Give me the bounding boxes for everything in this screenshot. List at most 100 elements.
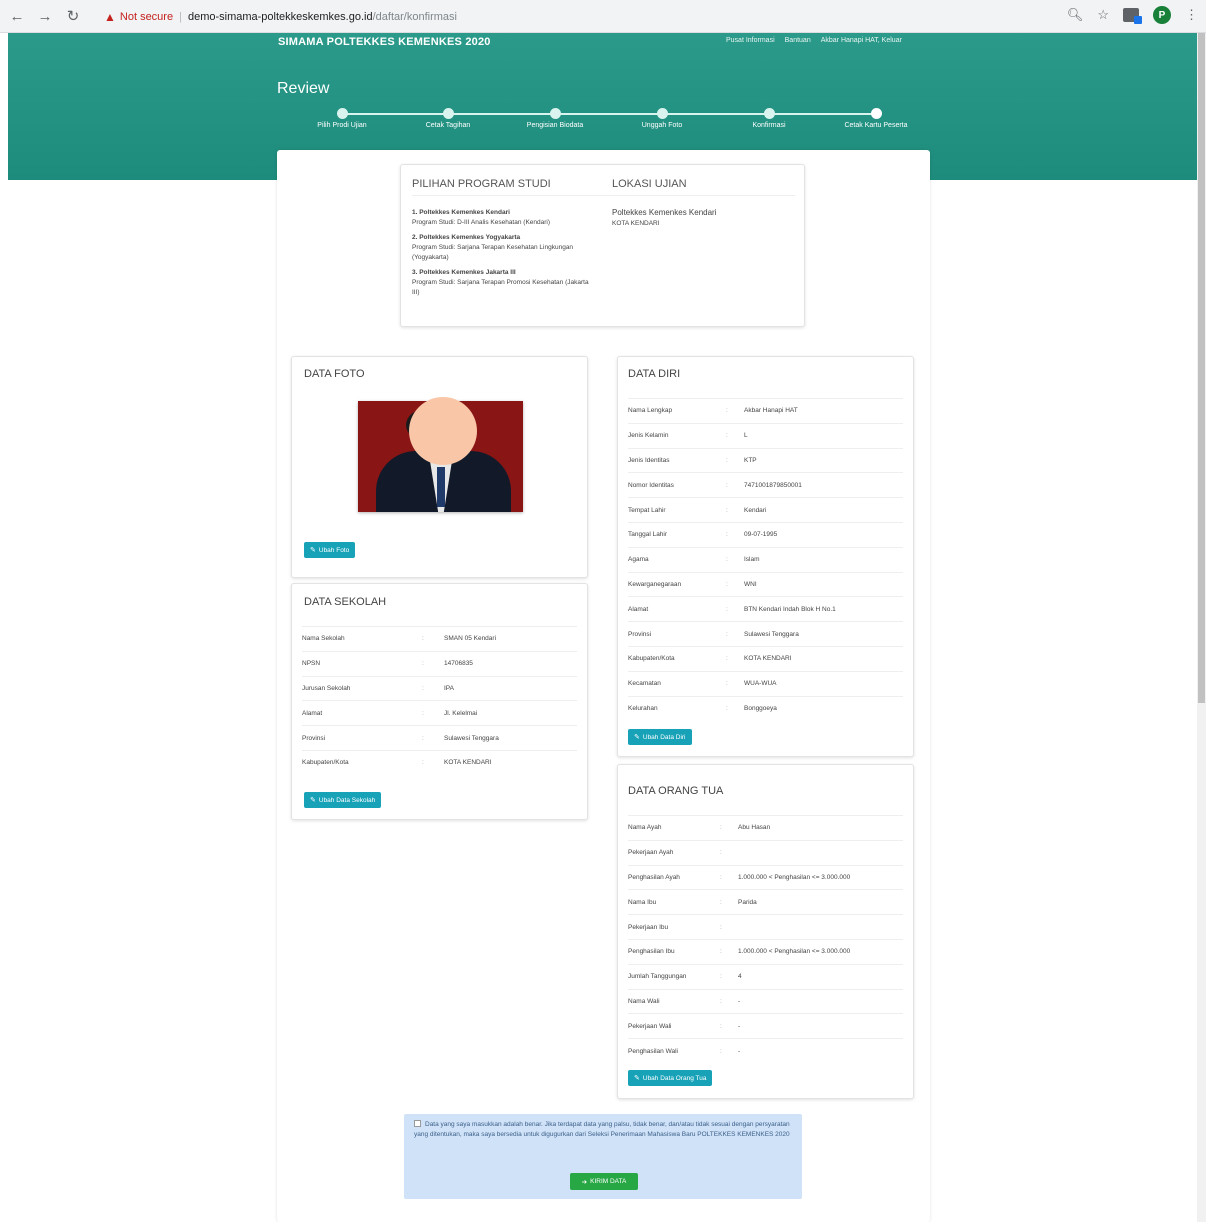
step-dot [870,108,882,119]
profile-avatar[interactable]: P [1153,6,1171,24]
row-colon: : [720,1047,722,1055]
row-key: Penghasilan Wali [628,1047,678,1055]
scrollbar-thumb[interactable] [1198,33,1205,703]
row-key: Pekerjaan Wali [628,1022,672,1030]
data-orang-tua-panel: DATA ORANG TUA Nama Ayah: Abu Hasan Pekerj… [617,764,914,1099]
ubah-foto-button[interactable]: ✎ Ubah Foto [304,542,356,558]
row-key: Kewarganegaraan [628,580,682,588]
table-row: Penghasilan Ayah: 1.000.000 < Penghasilan… [628,864,903,890]
table-row: Alamat: Jl. Kelelmai [302,700,577,725]
url-path: /daftar/konfirmasi [372,10,457,23]
choice-institution: 2. Poltekkes Kemenkes Yogyakarta [412,234,521,241]
lokasi-title: LOKASI UJIAN [612,178,687,190]
row-value: IPA [444,684,454,692]
zoom-icon[interactable]: 🔍︎ [1067,7,1084,23]
edit-icon: ✎ [634,1075,640,1082]
table-row: Nama Ibu: Parida [628,889,903,914]
row-colon: : [726,630,728,638]
menu-icon[interactable]: ⋮ [1185,7,1198,23]
edit-icon: ✎ [634,734,640,741]
edit-icon: ✎ [310,547,316,554]
row-key: NPSN [302,660,321,668]
row-key: Nama Lengkap [628,407,673,415]
step-1: Pilih Prodi Ujian [282,108,402,129]
back-icon[interactable]: ← [6,5,28,27]
step-dot [763,108,775,119]
table-row: Kecamatan: WUA-WUA [628,670,903,696]
step-label: Cetak Kartu Peserta [844,122,908,129]
row-colon: : [720,997,722,1005]
table-row: Penghasilan Ibu: 1.000.000 < Penghasilan … [628,938,903,964]
agree-checkbox[interactable] [414,1120,421,1127]
lokasi-ujian: Poltekkes Kemenkes Kendari KOTA KENDARI [612,208,717,227]
table-row: Kabupaten/Kota: KOTA KENDARI [302,749,577,775]
face-mask [409,397,477,465]
row-value: SMAN 05 Kendari [444,635,497,643]
table-row: Nama Lengkap: Akbar Hanapi HAT [628,398,903,423]
step-3: Pengisian Biodata [495,108,615,129]
top-links: Pusat Informasi Bantuan Akbar Hanapi HAT… [726,37,902,44]
site-title[interactable]: SIMAMA POLTEKKES KEMENKES 2020 [278,36,491,48]
ubah-data-orang-tua-button[interactable]: ✎ Ubah Data Orang Tua [628,1070,713,1086]
extension-icon[interactable] [1123,8,1142,24]
row-key: Alamat [628,605,649,613]
row-value: WNI [744,580,757,588]
star-icon[interactable]: ☆ [1097,7,1109,23]
edit-icon: ✎ [310,797,316,804]
ubah-data-sekolah-button[interactable]: ✎ Ubah Data Sekolah [304,792,382,808]
step-label: Cetak Tagihan [425,122,471,129]
row-value: 14706835 [444,660,473,668]
confirmation-text: Data yang saya masukkan adalah benar. Ji… [414,1120,792,1140]
forward-icon[interactable]: → [34,5,56,27]
panel-title: DATA SEKOLAH [304,596,387,608]
row-key: Jumlah Tanggungan [628,973,687,981]
row-colon: : [422,709,424,717]
row-value: Islam [744,556,760,564]
row-key: Pekerjaan Ibu [628,923,669,931]
row-key: Jenis Identitas [628,456,670,464]
row-value: BTN Kendari Indah Blok H No.1 [744,605,836,613]
link-user-logout[interactable]: Akbar Hanapi HAT, Keluar [821,37,902,44]
button-label: Ubah Data Sekolah [318,796,376,804]
row-colon: : [422,660,424,668]
row-colon: : [720,898,722,906]
row-value: WUA-WUA [744,680,777,688]
kirim-data-button[interactable]: ➔ KIRIM DATA [570,1173,638,1190]
row-key: Penghasilan Ayah [628,873,680,881]
link-bantuan[interactable]: Bantuan [785,37,811,44]
row-key: Nomor Identitas [628,481,674,489]
row-colon: : [720,973,722,981]
reload-icon[interactable]: ↻ [62,5,84,27]
table-row: Pekerjaan Ayah: [628,839,903,865]
row-value: L [744,432,748,440]
table-row: NPSN: 14706835 [302,650,577,676]
row-value: Sulawesi Tenggara [744,630,799,638]
row-value: KOTA KENDARI [444,759,492,767]
row-colon: : [726,556,728,564]
page-scrollbar[interactable] [1197,33,1206,1222]
panel-title: DATA DIRI [628,368,681,380]
row-value: 1.000.000 < Penghasilan <= 3.000.000 [738,873,851,881]
step-dot [442,108,454,119]
row-colon: : [726,605,728,613]
choice-prodi: Program Studi: Sarjana Terapan Promosi K… [412,279,589,296]
row-key: Kabupaten/Kota [302,759,349,767]
row-value: Sulawesi Tenggara [444,734,499,742]
table-row: Jurusan Sekolah: IPA [302,675,577,701]
address-bar[interactable]: ▲ Not secure | demo-simama-poltekkeskemk… [104,6,1104,27]
omnibox-separator: | [179,10,182,23]
row-value: Akbar Hanapi HAT [744,407,798,415]
step-dot [656,108,668,119]
row-key: Nama Ibu [628,898,657,906]
row-key: Jurusan Sekolah [302,684,351,692]
page-title: Review [277,80,330,97]
choice-prodi: Program Studi: D-III Analis Kesehatan (K… [412,219,551,226]
row-colon: : [720,824,722,832]
row-colon: : [726,704,728,712]
row-value: 1.000.000 < Penghasilan <= 3.000.000 [738,948,851,956]
divider [412,195,795,196]
link-pusat-informasi[interactable]: Pusat Informasi [726,37,775,44]
ubah-data-diri-button[interactable]: ✎ Ubah Data Diri [628,729,692,745]
table-row: Penghasilan Wali: - [628,1038,903,1063]
panel-title: DATA FOTO [304,368,365,380]
